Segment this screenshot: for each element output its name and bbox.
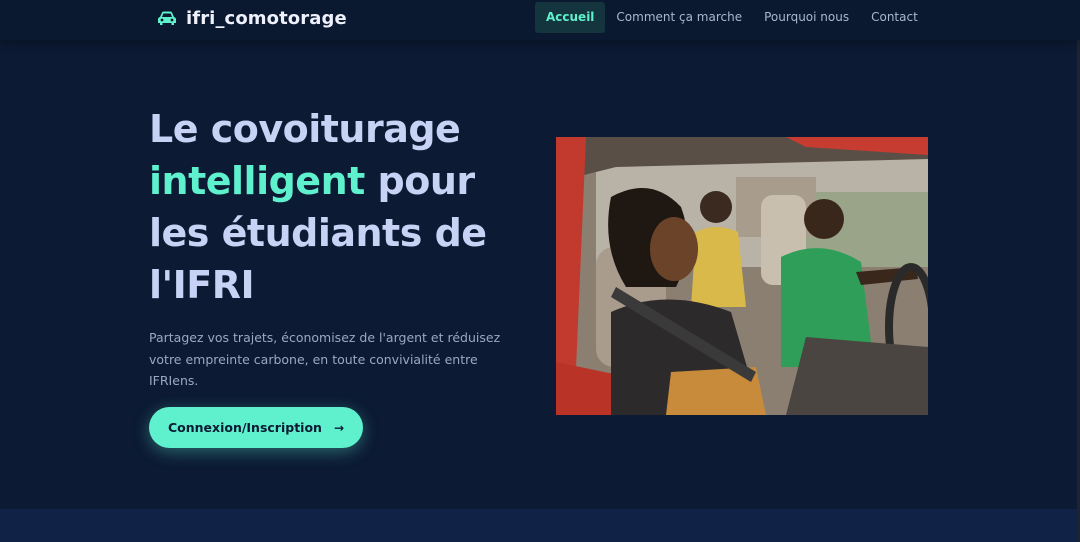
next-section-strip [0,509,1080,542]
nav-item-comment-ca-marche[interactable]: Comment ça marche [605,2,753,33]
main-nav: Accueil Comment ça marche Pourquoi nous … [535,2,929,33]
brand-name: ifri_comotorage [186,7,347,29]
hero-title-line-1: Le covoiturage [149,107,461,151]
hero-photo [556,137,928,415]
page: ifri_comotorage Accueil Comment ça march… [0,0,1080,542]
navbar: ifri_comotorage Accueil Comment ça march… [0,0,1080,40]
brand-logo[interactable]: ifri_comotorage [157,5,347,31]
hero-title-line-3: les étudiants de [149,211,487,255]
hero-title-line-4: l'IFRI [149,263,255,307]
hero-title-line-2-rest: pour [364,159,476,203]
nav-item-accueil[interactable]: Accueil [535,2,606,33]
nav-item-contact[interactable]: Contact [860,2,929,33]
login-signup-button[interactable]: Connexion/Inscription → [149,407,363,448]
carpool-photo-illustration [556,137,928,415]
hero-title: Le covoiturage intelligent pour les étud… [149,103,529,311]
nav-item-pourquoi-nous[interactable]: Pourquoi nous [753,2,860,33]
hero-title-accent: intelligent [149,159,365,203]
login-signup-label: Connexion/Inscription [167,420,322,435]
arrow-right-icon: → [333,420,345,435]
hero-description: Partagez vos trajets, économisez de l'ar… [149,330,501,388]
car-icon [158,11,176,25]
